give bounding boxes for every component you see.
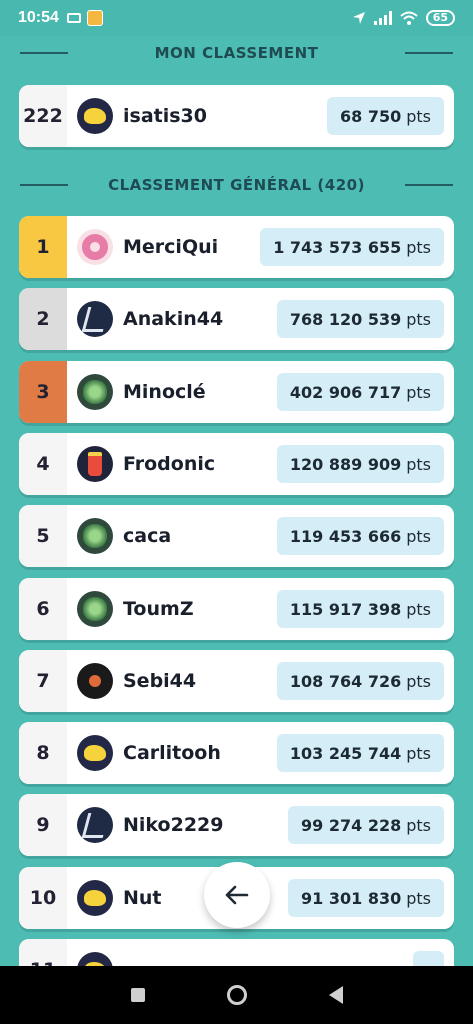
status-bar: 10:54 65 — [0, 0, 473, 36]
leaderboard-row[interactable]: 1 MerciQui 1 743 573 655 pts — [19, 216, 454, 278]
points-badge: 68 750 pts — [327, 97, 444, 135]
leaderboard-row[interactable]: 4 Frodonic 120 889 909 pts — [19, 433, 454, 495]
leaderboard-row[interactable]: 2 Anakin44 768 120 539 pts — [19, 288, 454, 350]
divider — [405, 52, 453, 54]
points-value: 768 120 539 — [289, 309, 402, 329]
rank-number: 8 — [19, 722, 67, 784]
leaderboard-row[interactable]: 8 Carlitooh 103 245 744 pts — [19, 722, 454, 784]
rank-number: 7 — [19, 650, 67, 712]
system-back-button[interactable] — [328, 986, 343, 1004]
plant-avatar-icon — [77, 518, 113, 554]
donut-avatar-icon — [77, 229, 113, 265]
points-unit: pts — [406, 526, 431, 546]
points-unit: pts — [406, 815, 431, 835]
arrow-left-icon — [225, 885, 249, 905]
scooter-avatar-icon — [77, 807, 113, 843]
player-name: caca — [123, 525, 172, 547]
points-unit: pts — [406, 671, 431, 691]
app-notification-icon — [86, 10, 103, 26]
points-value: 115 917 398 — [289, 599, 402, 619]
points-value: 402 906 717 — [289, 382, 402, 402]
points-badge: 120 889 909 pts — [276, 445, 444, 483]
points-unit: pts — [406, 454, 431, 474]
player-name: Frodonic — [123, 453, 216, 475]
player-name: ToumZ — [123, 598, 194, 620]
my-ranking-header: MON CLASSEMENT — [20, 44, 453, 62]
player-name: Carlitooh — [123, 742, 221, 764]
points-value: 108 764 726 — [289, 671, 402, 691]
back-button[interactable] — [204, 862, 270, 928]
plant-avatar-icon — [77, 374, 113, 410]
rank-number: 9 — [19, 794, 67, 856]
points-value: 68 750 — [340, 106, 402, 126]
mail-icon — [66, 13, 81, 23]
rank-number: 3 — [19, 361, 67, 423]
points-badge: 103 245 744 pts — [276, 734, 444, 772]
points-unit: pts — [406, 382, 431, 402]
divider — [20, 52, 68, 54]
general-ranking-header: CLASSEMENT GÉNÉRAL (420) — [20, 176, 453, 194]
points-unit: pts — [406, 309, 431, 329]
divider — [404, 184, 453, 186]
divider — [20, 184, 68, 186]
duck-avatar-icon — [77, 880, 113, 916]
duck-avatar-icon — [77, 98, 113, 134]
points-badge: 402 906 717 pts — [276, 373, 444, 411]
points-badge: 1 743 573 655 pts — [260, 228, 444, 266]
points-value: 120 889 909 — [289, 454, 402, 474]
player-name: Sebi44 — [123, 670, 197, 692]
rank-number: 10 — [19, 867, 67, 929]
points-value: 1 743 573 655 — [273, 237, 402, 257]
rank-number: 5 — [19, 505, 67, 567]
player-name: isatis30 — [123, 105, 207, 127]
points-unit: pts — [406, 599, 431, 619]
points-unit: pts — [406, 743, 431, 763]
system-nav-bar — [0, 966, 473, 1024]
leaderboard-row[interactable]: 9 Niko2229 99 274 228 pts — [19, 794, 454, 856]
scooter-avatar-icon — [77, 301, 113, 337]
rank-number: 6 — [19, 578, 67, 640]
points-badge: 108 764 726 pts — [276, 662, 444, 700]
player-name: Nut — [123, 887, 162, 909]
battery-icon: 65 — [425, 10, 455, 26]
my-ranking-row[interactable]: 222 isatis30 68 750 pts — [19, 85, 454, 147]
points-badge: 91 301 830 pts — [288, 879, 444, 917]
leaderboard-row[interactable]: 6 ToumZ 115 917 398 pts — [19, 578, 454, 640]
points-badge: 115 917 398 pts — [276, 590, 444, 628]
rank-number: 1 — [19, 216, 67, 278]
wifi-icon — [400, 11, 418, 25]
points-value: 99 274 228 — [301, 815, 402, 835]
rank-number: 222 — [19, 85, 67, 147]
rank-number: 2 — [19, 288, 67, 350]
player-name: Minoclé — [123, 381, 206, 403]
points-unit: pts — [406, 888, 431, 908]
recent-apps-button[interactable] — [130, 988, 145, 1002]
rank-number: 4 — [19, 433, 67, 495]
plant-avatar-icon — [77, 591, 113, 627]
home-button[interactable] — [226, 985, 247, 1005]
points-badge: 99 274 228 pts — [288, 806, 444, 844]
player-name: MerciQui — [123, 236, 219, 258]
signal-icon — [373, 11, 392, 25]
points-value: 119 453 666 — [289, 526, 402, 546]
general-ranking-title: CLASSEMENT GÉNÉRAL (420) — [108, 176, 365, 194]
duck-avatar-icon — [77, 735, 113, 771]
player-name: Niko2229 — [123, 814, 224, 836]
points-value: 103 245 744 — [289, 743, 402, 763]
leaderboard-row[interactable]: 7 Sebi44 108 764 726 pts — [19, 650, 454, 712]
points-unit: pts — [406, 106, 431, 126]
points-badge: 119 453 666 pts — [276, 517, 444, 555]
status-time: 10:54 — [18, 9, 59, 26]
cup-avatar-icon — [77, 446, 113, 482]
points-unit: pts — [406, 237, 431, 257]
player-name: Anakin44 — [123, 308, 224, 330]
points-badge: 768 120 539 pts — [276, 300, 444, 338]
leaderboard-row[interactable]: 3 Minoclé 402 906 717 pts — [19, 361, 454, 423]
leaderboard-row[interactable]: 5 caca 119 453 666 pts — [19, 505, 454, 567]
vinyl-avatar-icon — [77, 663, 113, 699]
my-ranking-title: MON CLASSEMENT — [154, 44, 319, 62]
location-icon — [352, 12, 365, 24]
points-value: 91 301 830 — [301, 888, 402, 908]
